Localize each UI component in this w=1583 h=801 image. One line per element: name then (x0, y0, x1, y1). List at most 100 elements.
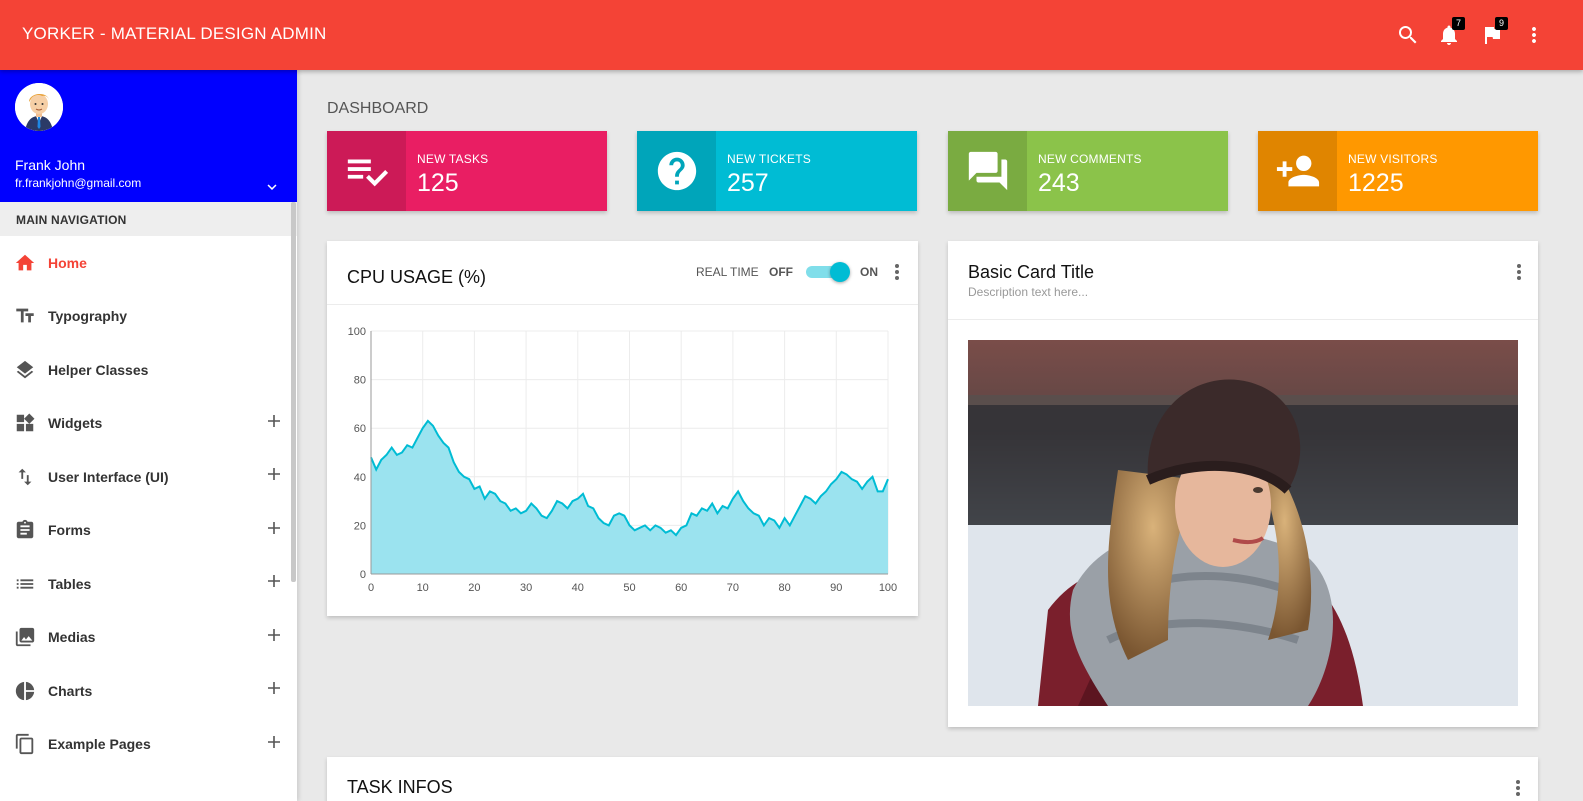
sidebar-item-user-interface[interactable]: User Interface (UI) (0, 450, 297, 504)
basic-card: Basic Card Title Description text here..… (948, 241, 1538, 727)
infobox-value: 257 (727, 169, 769, 197)
infobox-label: NEW COMMENTS (1038, 152, 1142, 166)
infobox-new-tasks[interactable]: NEW TASKS 125 (327, 131, 607, 211)
realtime-label: REAL TIME (696, 265, 759, 279)
sidebar-item-tables[interactable]: Tables (0, 557, 297, 611)
infobox-value: 243 (1038, 169, 1080, 197)
y-tick-label: 20 (354, 520, 366, 532)
infobox-new-tickets[interactable]: NEW TICKETS 257 (637, 131, 917, 211)
infobox-new-visitors[interactable]: NEW VISITORS 1225 (1258, 131, 1538, 211)
sidebar-item-example-pages[interactable]: Example Pages (0, 718, 297, 772)
sidebar-item-widgets[interactable]: Widgets (0, 397, 297, 451)
infobox-value: 1225 (1348, 169, 1404, 197)
sidebar-item-label: Tables (48, 575, 92, 592)
x-tick-label: 0 (368, 582, 374, 594)
off-label: OFF (769, 265, 793, 279)
y-tick-label: 0 (360, 569, 366, 581)
avatar[interactable] (15, 83, 63, 131)
forum-icon (948, 131, 1027, 211)
sidebar-item-medias[interactable]: Medias (0, 611, 297, 665)
sidebar-item-label: Example Pages (48, 736, 151, 753)
x-tick-label: 50 (623, 582, 635, 594)
task-infos-card: TASK INFOS (327, 757, 1538, 801)
x-tick-label: 70 (727, 582, 739, 594)
pie-chart-icon (14, 680, 36, 702)
widgets-icon (14, 412, 36, 434)
x-tick-label: 100 (879, 582, 897, 594)
infobox-label: NEW VISITORS (1348, 152, 1438, 166)
sidebar-scrollbar[interactable] (291, 202, 296, 582)
more-vert-icon[interactable] (1516, 264, 1522, 280)
sidebar-item-charts[interactable]: Charts (0, 664, 297, 718)
card-image (968, 340, 1518, 706)
expand-icon[interactable] (267, 467, 281, 481)
card-title: Basic Card Title (968, 262, 1095, 282)
flags-button[interactable]: 9 (1480, 17, 1508, 47)
top-navbar: YORKER - MATERIAL DESIGN ADMIN 7 9 (0, 0, 1583, 70)
y-tick-label: 60 (354, 423, 366, 435)
photo-library-icon (14, 626, 36, 648)
cpu-usage-card: CPU USAGE (%) REAL TIME OFF ON 0 20 40 60 80… (327, 241, 918, 616)
notifications-badge: 7 (1452, 17, 1465, 30)
sidebar-item-label: Medias (48, 629, 96, 646)
main-navigation-header: MAIN NAVIGATION (0, 202, 297, 236)
toggle-knob (830, 262, 850, 282)
card-header: Basic Card Title Description text here..… (948, 241, 1538, 320)
x-tick-label: 60 (675, 582, 687, 594)
sidebar-item-typography[interactable]: Typography (0, 290, 297, 344)
home-icon (14, 252, 36, 274)
more-vert-icon[interactable] (894, 264, 900, 280)
expand-icon[interactable] (267, 628, 281, 642)
flags-badge: 9 (1495, 17, 1508, 30)
notifications-button[interactable]: 7 (1437, 17, 1465, 47)
cpu-usage-chart: 0 20 40 60 80 100 0 10 20 30 40 50 60 70 80 90 100 (348, 326, 898, 594)
x-tick-label: 30 (520, 582, 532, 594)
user-email: fr.frankjohn@gmail.com (15, 176, 142, 190)
more-vert-icon[interactable] (1515, 780, 1521, 796)
on-label: ON (860, 265, 878, 279)
playlist-check-icon (327, 131, 406, 211)
y-tick-label: 40 (354, 472, 366, 484)
sidebar-item-label: Widgets (48, 415, 103, 432)
infobox-new-comments[interactable]: NEW COMMENTS 243 (948, 131, 1228, 211)
main-content: DASHBOARD NEW TASKS 125 NEW TICKETS 257 … (297, 70, 1583, 801)
sidebar-item-home[interactable]: Home (0, 236, 297, 290)
chevron-down-icon[interactable] (263, 178, 281, 196)
sidebar: Frank John fr.frankjohn@gmail.com MAIN N… (0, 70, 297, 801)
sidebar-item-label: Typography (48, 308, 128, 325)
app-title[interactable]: YORKER - MATERIAL DESIGN ADMIN (22, 24, 327, 44)
infobox-label: NEW TICKETS (727, 152, 811, 166)
card-description: Description text here... (968, 285, 1089, 299)
y-tick-label: 100 (348, 326, 366, 338)
person-add-icon (1258, 131, 1337, 211)
more-vert-icon[interactable] (1522, 23, 1546, 47)
sidebar-item-helper-classes[interactable]: Helper Classes (0, 343, 297, 397)
x-tick-label: 40 (572, 582, 584, 594)
sidebar-item-label: Helper Classes (48, 361, 149, 378)
content-copy-icon (14, 733, 36, 755)
swap-vert-icon (14, 466, 36, 488)
x-tick-label: 90 (830, 582, 842, 594)
help-icon (637, 131, 716, 211)
expand-icon[interactable] (267, 681, 281, 695)
x-tick-label: 20 (468, 582, 480, 594)
user-info: Frank John fr.frankjohn@gmail.com (0, 70, 297, 202)
expand-icon[interactable] (267, 574, 281, 588)
layers-icon (14, 359, 36, 381)
card-title: CPU USAGE (%) (347, 267, 487, 287)
infobox-label: NEW TASKS (417, 152, 489, 166)
expand-icon[interactable] (267, 521, 281, 535)
expand-icon[interactable] (267, 414, 281, 428)
user-name: Frank John (15, 157, 86, 173)
search-icon[interactable] (1396, 23, 1420, 47)
card-header: CPU USAGE (%) REAL TIME OFF ON (327, 241, 918, 305)
list-icon (14, 573, 36, 595)
sidebar-item-label: Charts (48, 682, 93, 699)
realtime-toggle[interactable] (806, 262, 852, 282)
sidebar-item-label: Home (48, 254, 87, 271)
x-tick-label: 80 (778, 582, 790, 594)
sidebar-item-forms[interactable]: Forms (0, 504, 297, 558)
sidebar-nav: Home Typography Helper Classes Widgets U… (0, 236, 297, 771)
expand-icon[interactable] (267, 735, 281, 749)
sidebar-item-label: User Interface (UI) (48, 468, 169, 485)
